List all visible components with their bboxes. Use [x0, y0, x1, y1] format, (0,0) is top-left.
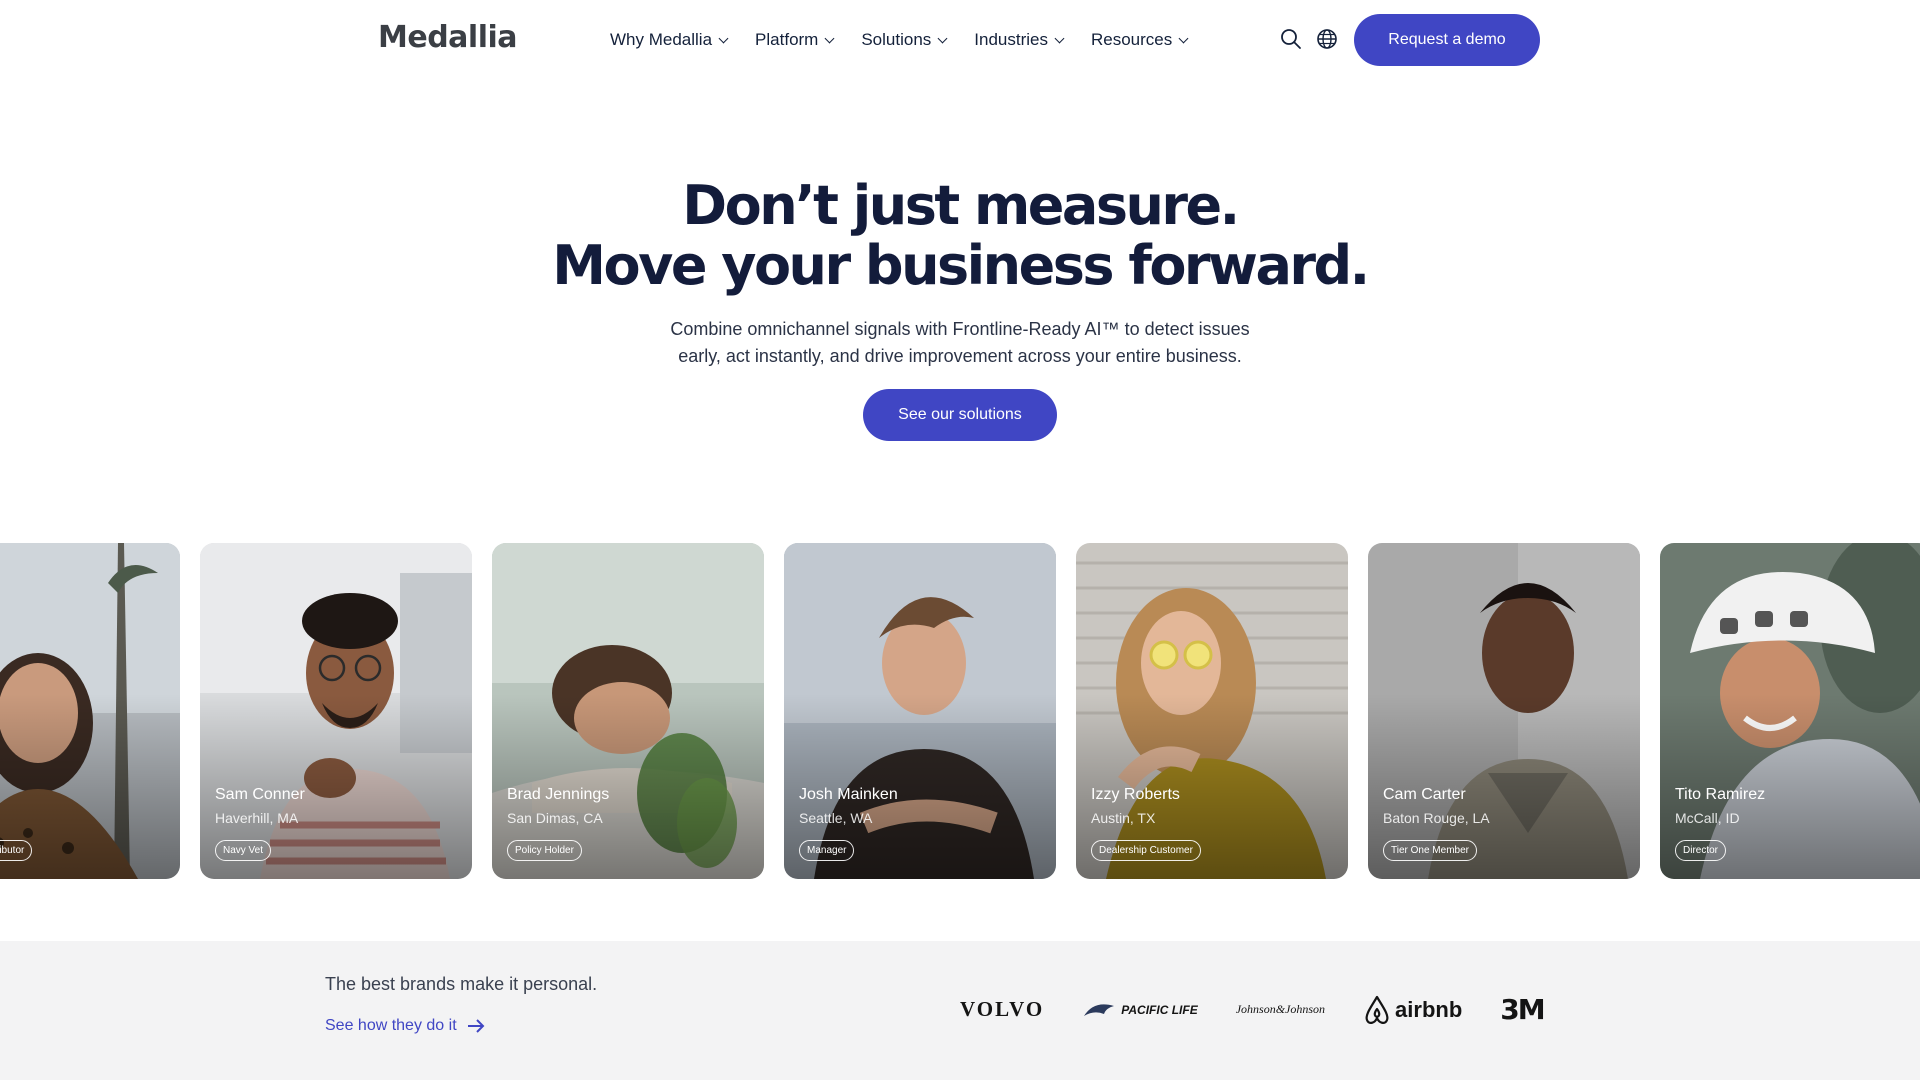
pacific-life-wordmark: PACIFIC LIFE	[1121, 1002, 1198, 1017]
request-demo-button[interactable]: Request a demo	[1354, 14, 1540, 66]
volvo-logo: VOLVO	[960, 997, 1045, 1021]
airbnb-icon	[1365, 995, 1389, 1024]
nav-industries-label: Industries	[974, 30, 1048, 49]
person-name: Cam Carter	[1383, 786, 1466, 803]
see-solutions-button[interactable]: See our solutions	[863, 389, 1057, 441]
person-card-tito-ramirez[interactable]: Tito Ramirez McCall, ID Director	[1660, 543, 1920, 879]
johnson-and-johnson-logo: Johnson&Johnson	[1235, 1002, 1326, 1016]
3m-logo: 3M	[1500, 993, 1545, 1026]
hero-subtitle-line-2: early, act instantly, and drive improvem…	[678, 346, 1242, 366]
airbnb-logo: airbnb	[1363, 995, 1462, 1025]
whale-icon	[1084, 1003, 1115, 1016]
person-location: Seattle, WA	[799, 810, 873, 826]
nav-solutions[interactable]: Solutions	[861, 30, 948, 50]
see-how-link[interactable]: See how they do it	[325, 1017, 485, 1035]
person-card-izzy-roberts[interactable]: Izzy Roberts Austin, TX Dealership Custo…	[1076, 543, 1348, 879]
person-card[interactable]: ributor	[0, 543, 180, 879]
person-name: Josh Mainken	[799, 786, 898, 803]
nav-why-medallia[interactable]: Why Medallia	[610, 30, 729, 50]
person-name: Tito Ramirez	[1675, 786, 1766, 803]
main-nav: Why Medallia Platform Solutions Industri…	[610, 30, 1215, 50]
person-card-josh-mainken[interactable]: Josh Mainken Seattle, WA Manager	[784, 543, 1056, 879]
brand-logos: VOLVO PACIFIC LIFE Johnson&Johnson airbn…	[960, 993, 1582, 1026]
airbnb-wordmark: airbnb	[1395, 996, 1463, 1022]
hero-title: Don’t just measure. Move your business f…	[0, 176, 1920, 296]
person-tag: ributor	[0, 840, 33, 861]
person-tag: Policy Holder	[507, 840, 582, 861]
nav-resources[interactable]: Resources	[1090, 30, 1189, 50]
person-card-brad-jennings[interactable]: Brad Jennings San Dimas, CA Policy Holde…	[492, 543, 764, 879]
brands-band: The best brands make it personal. See ho…	[0, 941, 1920, 1080]
person-tag: Navy Vet	[215, 840, 272, 861]
customer-carousel: ributor Sam Conner Haverhill, MA Navy Ve…	[0, 543, 1920, 879]
globe-icon[interactable]	[1316, 28, 1338, 50]
arrow-right-icon	[467, 1019, 485, 1033]
person-location: Austin, TX	[1091, 810, 1156, 826]
person-location: San Dimas, CA	[507, 810, 603, 826]
nav-industries[interactable]: Industries	[974, 30, 1065, 50]
see-how-link-label: See how they do it	[325, 1017, 457, 1034]
nav-platform[interactable]: Platform	[755, 30, 835, 50]
chevron-down-icon	[937, 33, 948, 43]
person-tag: Director	[1675, 840, 1727, 861]
nav-platform-label: Platform	[755, 30, 819, 49]
header-icons	[1280, 28, 1338, 50]
chevron-down-icon	[824, 33, 835, 43]
person-name: Brad Jennings	[507, 786, 610, 803]
site-header: Medallia Why Medallia Platform Solutions…	[0, 0, 1920, 80]
medallia-logo[interactable]: Medallia	[378, 20, 518, 55]
person-location: Baton Rouge, LA	[1383, 810, 1490, 826]
pacific-life-logo: PACIFIC LIFE	[1082, 1000, 1198, 1020]
hero-subtitle: Combine omnichannel signals with Frontli…	[630, 316, 1290, 370]
hero-subtitle-line-1: Combine omnichannel signals with Frontli…	[670, 319, 1250, 339]
hero-title-line-2: Move your business forward.	[552, 234, 1370, 297]
person-tag: Tier One Member	[1383, 840, 1477, 861]
nav-solutions-label: Solutions	[861, 30, 932, 49]
person-location: Haverhill, MA	[215, 810, 299, 826]
chevron-down-icon	[718, 33, 729, 43]
search-icon[interactable]	[1280, 28, 1302, 50]
hero-title-line-1: Don’t just measure.	[682, 174, 1240, 237]
person-name: Sam Conner	[215, 786, 305, 803]
person-tag: Manager	[799, 840, 855, 861]
person-card-cam-carter[interactable]: Cam Carter Baton Rouge, LA Tier One Memb…	[1368, 543, 1640, 879]
person-name: Izzy Roberts	[1091, 786, 1180, 803]
brands-tagline: The best brands make it personal.	[325, 974, 598, 994]
person-card-sam-conner[interactable]: Sam Conner Haverhill, MA Navy Vet	[200, 543, 472, 879]
nav-why-medallia-label: Why Medallia	[610, 30, 713, 49]
chevron-down-icon	[1178, 33, 1189, 43]
chevron-down-icon	[1054, 33, 1065, 43]
person-location: McCall, ID	[1675, 810, 1740, 826]
person-tag: Dealership Customer	[1091, 840, 1201, 861]
nav-resources-label: Resources	[1090, 30, 1173, 49]
